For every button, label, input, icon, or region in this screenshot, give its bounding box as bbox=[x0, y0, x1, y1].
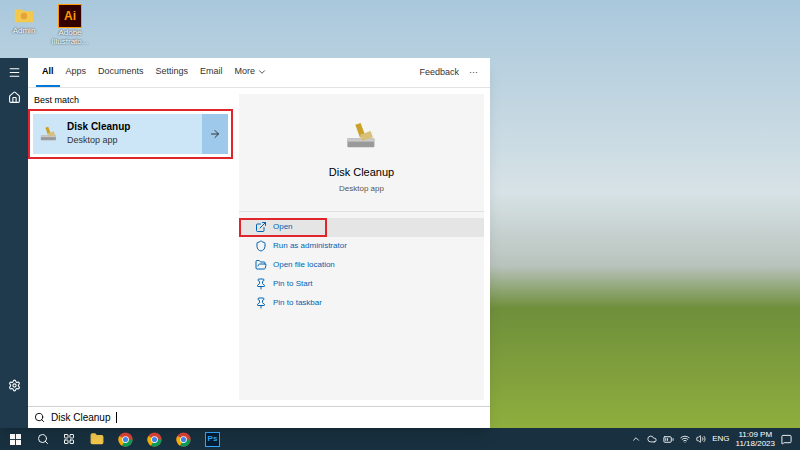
results-area: Best matchDisk CleanupDesktop appDisk Cl… bbox=[28, 88, 490, 406]
illustrator-icon: Ai bbox=[58, 4, 82, 28]
desktop-icon[interactable]: Admin bbox=[4, 4, 44, 46]
tab[interactable]: Documents bbox=[92, 58, 150, 87]
battery-icon[interactable] bbox=[663, 434, 674, 445]
desktop-icon-label: Adobe Illustrato... bbox=[50, 28, 90, 46]
taskbar-app[interactable]: Ps bbox=[198, 428, 227, 450]
tab[interactable]: Email bbox=[194, 58, 229, 87]
arrow-right-icon bbox=[209, 128, 221, 140]
action-item[interactable]: Pin to Start bbox=[239, 275, 484, 294]
desktop-icon-label: Admin bbox=[4, 26, 44, 35]
desktop-screen: Admin AiAdobe Illustrato... AllAppsDocumen… bbox=[0, 0, 800, 450]
chrome-icon bbox=[147, 432, 162, 447]
clock[interactable]: 11:09 PM11/18/2023 bbox=[736, 430, 775, 448]
cloud-icon[interactable] bbox=[647, 434, 657, 444]
taskbar-app[interactable] bbox=[140, 428, 169, 450]
chevron-down-icon bbox=[257, 67, 267, 77]
shield-icon bbox=[255, 240, 267, 252]
menu-icon[interactable] bbox=[8, 66, 21, 79]
expand-button[interactable] bbox=[202, 114, 228, 154]
disk-cleanup-icon bbox=[344, 118, 380, 154]
side-rail bbox=[0, 58, 28, 428]
best-match-annotation: Disk CleanupDesktop app bbox=[28, 109, 233, 159]
photoshop-icon: Ps bbox=[205, 432, 220, 447]
task-view-button[interactable] bbox=[56, 433, 82, 445]
action-label: Open file location bbox=[273, 259, 335, 271]
action-list: Open Run as administrator Open file locati… bbox=[239, 212, 484, 313]
action-item[interactable]: Run as administrator bbox=[239, 237, 484, 256]
pin-icon bbox=[255, 297, 267, 309]
taskbar: Ps ENG 11:09 PM11/18/2023 bbox=[0, 428, 800, 450]
results-list: Best match Disk CleanupDesktop app bbox=[28, 94, 233, 400]
desktop: Admin AiAdobe Illustrato... AllAppsDocumen… bbox=[0, 0, 800, 428]
wifi-icon[interactable] bbox=[680, 434, 690, 444]
tab[interactable]: All bbox=[36, 58, 60, 87]
notifications-icon[interactable] bbox=[781, 434, 792, 445]
overflow-button[interactable]: ··· bbox=[465, 58, 482, 87]
preview-subtitle: Desktop app bbox=[339, 183, 384, 195]
preview-title: Disk Cleanup bbox=[329, 164, 394, 181]
windows-logo-icon bbox=[10, 434, 21, 445]
taskbar-app[interactable] bbox=[111, 428, 140, 450]
desktop-icons: Admin AiAdobe Illustrato... bbox=[4, 4, 90, 46]
best-match-title: Disk Cleanup bbox=[67, 119, 130, 134]
best-match-item[interactable]: Disk CleanupDesktop app bbox=[33, 114, 228, 154]
search-button[interactable] bbox=[30, 433, 56, 445]
home-icon[interactable] bbox=[8, 91, 21, 104]
pin-icon bbox=[255, 278, 267, 290]
disk-cleanup-icon bbox=[39, 124, 59, 144]
language-indicator[interactable]: ENG bbox=[712, 433, 729, 445]
taskbar-app[interactable] bbox=[169, 428, 198, 450]
search-icon bbox=[34, 412, 45, 423]
start-button[interactable] bbox=[0, 428, 30, 450]
tab[interactable]: More bbox=[229, 58, 274, 87]
feedback-link[interactable]: Feedback bbox=[413, 58, 465, 87]
search-panel: AllAppsDocumentsSettingsEmailMore Feedbac… bbox=[0, 58, 490, 428]
search-box[interactable]: Disk Cleanup bbox=[28, 406, 490, 428]
action-label: Pin to taskbar bbox=[273, 297, 322, 309]
preview-header: Disk Cleanup Desktop app bbox=[239, 94, 484, 212]
chrome-icon bbox=[118, 432, 133, 447]
tab[interactable]: Settings bbox=[150, 58, 195, 87]
search-icon bbox=[37, 433, 49, 445]
desktop-icon[interactable]: AiAdobe Illustrato... bbox=[50, 4, 90, 46]
action-label: Pin to Start bbox=[273, 278, 313, 290]
task-view-icon bbox=[63, 433, 75, 445]
clock-date: 11/18/2023 bbox=[736, 439, 775, 448]
best-match-heading: Best match bbox=[28, 94, 233, 108]
open-icon bbox=[255, 221, 267, 233]
system-tray: ENG 11:09 PM11/18/2023 bbox=[631, 430, 800, 448]
action-item[interactable]: Open file location bbox=[239, 256, 484, 275]
tab[interactable]: Apps bbox=[60, 58, 93, 87]
best-match-subtitle: Desktop app bbox=[67, 134, 130, 148]
chevron-up-icon[interactable] bbox=[631, 434, 641, 444]
volume-icon[interactable] bbox=[696, 434, 706, 444]
folder-icon bbox=[13, 4, 35, 26]
taskbar-app[interactable] bbox=[82, 428, 111, 450]
gear-icon[interactable] bbox=[8, 379, 21, 392]
chrome-icon bbox=[176, 432, 191, 447]
folder-icon bbox=[255, 259, 267, 271]
action-item[interactable]: Pin to taskbar bbox=[239, 294, 484, 313]
tab-bar: AllAppsDocumentsSettingsEmailMore Feedbac… bbox=[28, 58, 490, 88]
preview-pane: Disk Cleanup Desktop app Open Run as admini… bbox=[239, 94, 484, 400]
clock-time: 11:09 PM bbox=[738, 430, 772, 439]
search-value: Disk Cleanup bbox=[51, 410, 110, 425]
action-item[interactable]: Open bbox=[239, 218, 484, 237]
action-label: Open bbox=[273, 221, 293, 233]
search-main: AllAppsDocumentsSettingsEmailMore Feedbac… bbox=[28, 58, 490, 428]
action-label: Run as administrator bbox=[273, 240, 347, 252]
file-explorer-icon bbox=[90, 432, 104, 446]
